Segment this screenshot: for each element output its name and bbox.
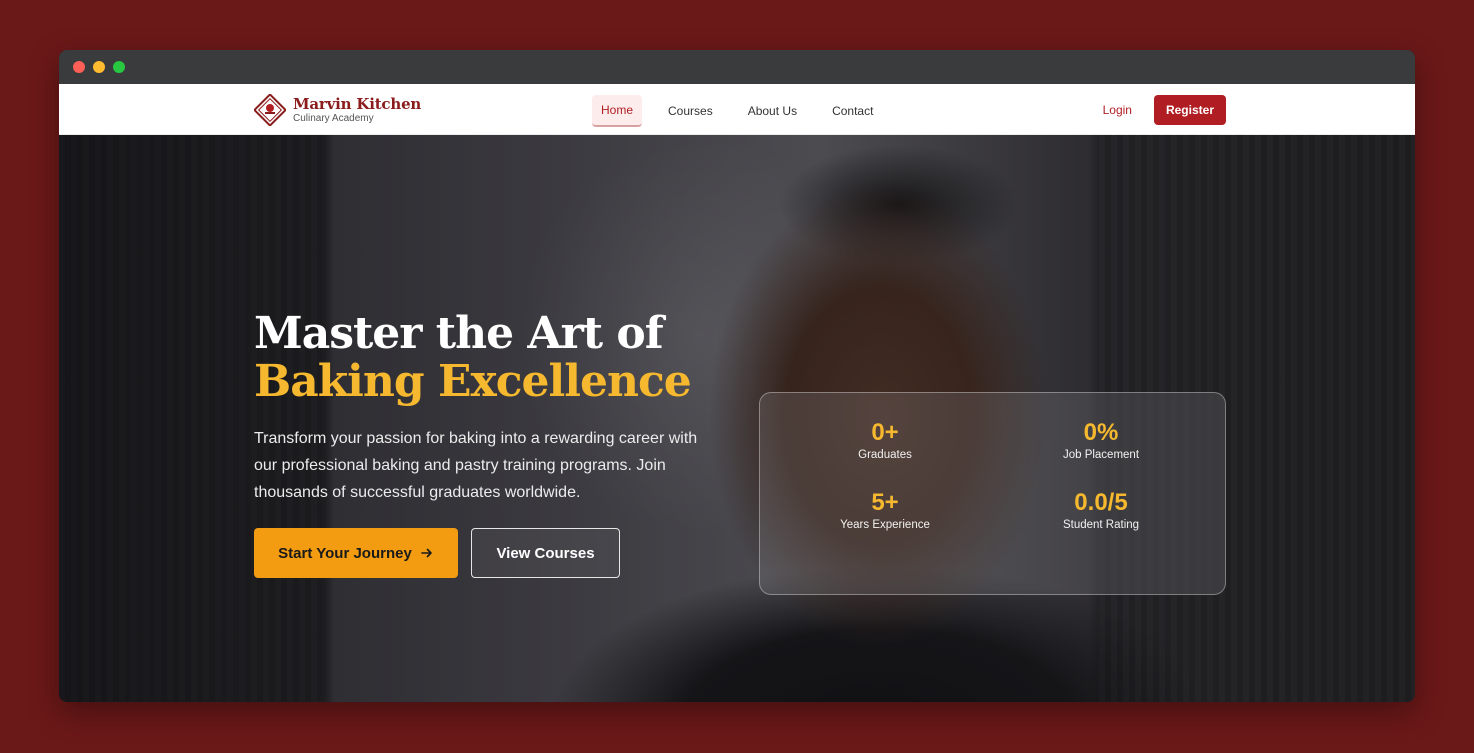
start-journey-button[interactable]: Start Your Journey	[254, 528, 458, 578]
brand-name: Marvin Kitchen	[293, 94, 422, 113]
stat-years-experience: 5+ Years Experience	[785, 488, 985, 531]
nav-courses[interactable]: Courses	[659, 96, 722, 126]
stat-student-rating: 0.0/5 Student Rating	[1001, 488, 1201, 531]
site-navbar: Marvin Kitchen Culinary Academy Home Cou…	[59, 84, 1415, 135]
login-link[interactable]: Login	[1095, 97, 1140, 123]
chef-badge-icon	[254, 94, 286, 126]
auth-actions: Login Register	[1095, 95, 1226, 125]
nav-home[interactable]: Home	[592, 95, 643, 127]
stat-value: 5+	[871, 489, 899, 516]
main-nav: Home Courses About Us Contact	[592, 95, 899, 127]
stat-value: 0%	[1083, 419, 1119, 446]
stat-job-placement: 0% Job Placement	[1001, 418, 1201, 461]
hero-title-line1: Master the Art of	[254, 308, 664, 359]
brand-home-link[interactable]: Marvin Kitchen Culinary Academy	[254, 94, 421, 126]
stat-value: 0.0/5	[1074, 489, 1128, 516]
hero-section: Master the Art of Baking Excellence Tran…	[59, 135, 1415, 702]
arrow-right-icon	[421, 548, 432, 558]
hero-title: Master the Art of Baking Excellence	[254, 308, 692, 407]
browser-window: Marvin Kitchen Culinary Academy Home Cou…	[59, 50, 1415, 702]
window-titlebar	[59, 50, 1415, 84]
stat-label: Graduates	[858, 449, 912, 461]
brand-subtitle: Culinary Academy	[293, 112, 374, 124]
nav-about-us[interactable]: About Us	[739, 96, 806, 126]
start-journey-label: Start Your Journey	[278, 544, 412, 562]
close-window-dot[interactable]	[73, 61, 85, 73]
stat-value: 0+	[871, 419, 899, 446]
hero-title-line2: Baking Excellence	[254, 356, 692, 407]
stat-label: Student Rating	[1062, 519, 1140, 531]
register-button[interactable]: Register	[1153, 95, 1226, 125]
stats-card: 0+ Graduates 0% Job Placement 5+ Years E…	[759, 392, 1226, 595]
stat-label: Years Experience	[840, 519, 930, 531]
maximize-window-dot[interactable]	[113, 61, 125, 73]
stat-label: Job Placement	[1062, 449, 1140, 461]
hero-cta-group: Start Your Journey View Courses	[254, 528, 620, 578]
stat-graduates: 0+ Graduates	[785, 418, 985, 461]
hero-description: Transform your passion for baking into a…	[254, 430, 698, 501]
minimize-window-dot[interactable]	[93, 61, 105, 73]
nav-contact[interactable]: Contact	[823, 96, 882, 126]
view-courses-button[interactable]: View Courses	[471, 528, 620, 578]
